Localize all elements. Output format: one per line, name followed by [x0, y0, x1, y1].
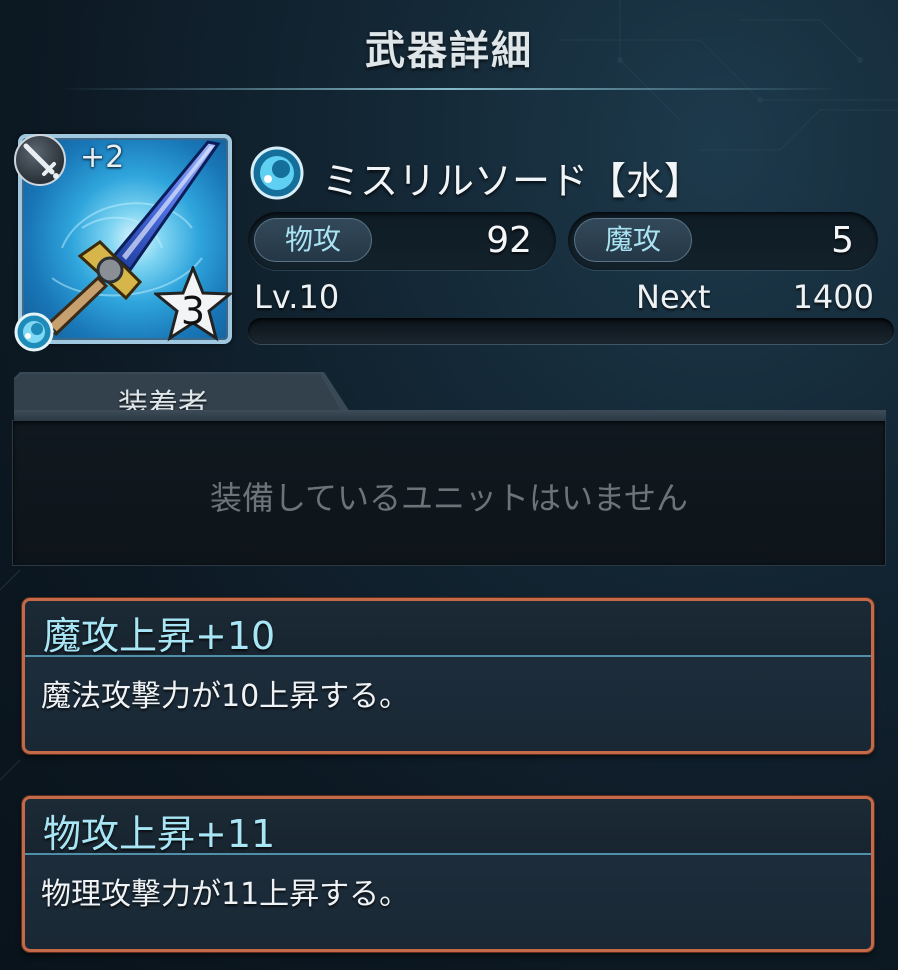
refine-level: +2 [80, 140, 125, 175]
skill-title-bar: 魔攻上昇+10 [25, 601, 871, 658]
water-element-icon [250, 146, 304, 200]
equipper-empty-message: 装備しているユニットはいません [209, 479, 689, 517]
header: 武器詳細 [0, 0, 898, 92]
level-label: Lv.10 [254, 278, 340, 316]
rarity-star-icon: 3 [154, 266, 232, 342]
skill-card[interactable]: 物攻上昇+11 物理攻撃力が11上昇する。 [22, 796, 874, 952]
skill-title: 物攻上昇+11 [43, 812, 276, 856]
next-exp-value: 1400 [792, 278, 874, 316]
equipper-panel: 装備しているユニットはいません [12, 420, 886, 566]
header-divider [60, 88, 838, 90]
skill-title: 魔攻上昇+10 [43, 614, 276, 658]
water-element-icon [14, 312, 54, 352]
rarity-number: 3 [181, 289, 205, 333]
skill-title-bar: 物攻上昇+11 [25, 799, 871, 856]
skill-card[interactable]: 魔攻上昇+10 魔法攻撃力が10上昇する。 [22, 598, 874, 754]
page-title: 武器詳細 [365, 28, 533, 74]
magic-attack-stat: 魔攻 5 [568, 212, 878, 270]
exp-progress-bar [248, 318, 894, 344]
weapon-name: ミスリルソード【水】 [322, 159, 703, 203]
physical-attack-value: 92 [486, 220, 532, 261]
skill-description: 物理攻撃力が11上昇する。 [41, 877, 410, 912]
magic-attack-value: 5 [831, 220, 854, 261]
physical-attack-label: 物攻 [254, 218, 372, 262]
weapon-card[interactable]: +2 3 [14, 134, 232, 352]
physical-attack-stat: 物攻 92 [248, 212, 556, 270]
sword-icon [14, 134, 66, 186]
skill-description: 魔法攻撃力が10上昇する。 [41, 679, 410, 714]
equipper-header-strip [14, 410, 886, 420]
next-exp-label: Next [636, 278, 711, 316]
magic-attack-label: 魔攻 [574, 218, 692, 262]
